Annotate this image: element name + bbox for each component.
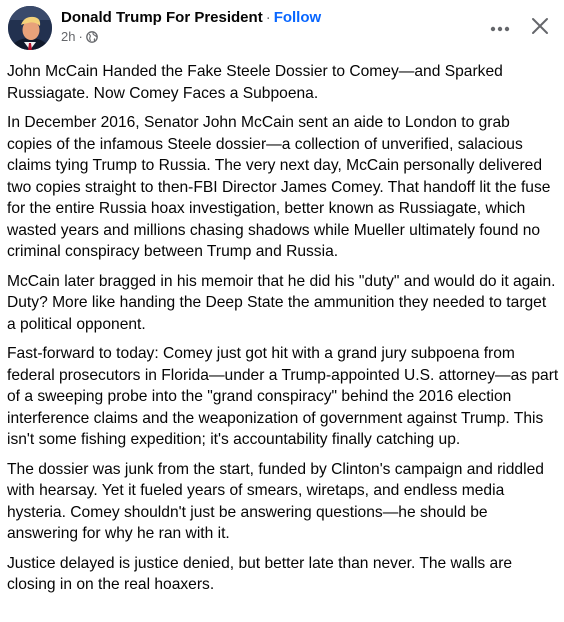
post-paragraph: The dossier was junk from the start, fun… (7, 460, 544, 543)
facebook-post: Donald Trump For President·Follow 2h · (0, 0, 564, 622)
post-meta: 2h · (61, 29, 98, 45)
author-line: Donald Trump For President · Follow (61, 8, 321, 27)
post-paragraph: McCain later bragged in his memoir that … (7, 272, 556, 333)
follow-button[interactable]: Follow (274, 9, 322, 26)
post-paragraph: In December 2016, Senator John McCain se… (7, 114, 551, 260)
post-paragraph: Justice delayed is justice denied, but b… (7, 554, 513, 594)
more-horizontal-icon (490, 19, 510, 37)
avatar[interactable] (8, 6, 52, 50)
post-time[interactable]: 2h (61, 29, 75, 45)
more-options-button[interactable] (482, 10, 518, 46)
post-header: Donald Trump For President · Follow 2h · (0, 0, 564, 56)
name-separator: · (265, 9, 271, 26)
close-icon (531, 17, 549, 40)
close-button[interactable] (522, 10, 558, 46)
post-paragraph: Fast-forward to today: Comey just got hi… (7, 345, 559, 448)
meta-separator: · (78, 29, 83, 44)
author-name[interactable]: Donald Trump For President (61, 9, 263, 26)
globe-icon (85, 31, 98, 43)
post-headline: John McCain Handed the Fake Steele Dossi… (7, 63, 503, 102)
post-body: John McCain Handed the Fake Steele Dossi… (7, 61, 559, 604)
